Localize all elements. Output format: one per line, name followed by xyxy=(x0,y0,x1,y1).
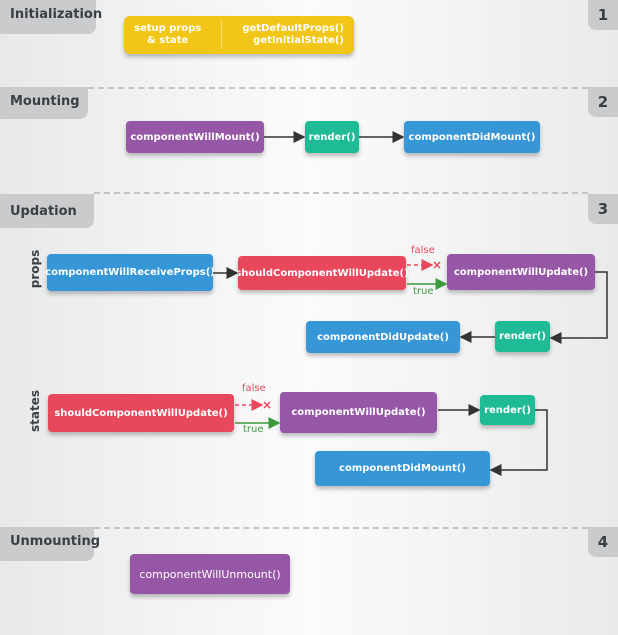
edge-props-update-render xyxy=(549,271,608,344)
blocked-x-icon xyxy=(433,261,441,269)
blocked-x-icon xyxy=(263,401,271,409)
edge-states-render-didmount xyxy=(489,409,548,476)
edges-layer xyxy=(213,131,608,476)
